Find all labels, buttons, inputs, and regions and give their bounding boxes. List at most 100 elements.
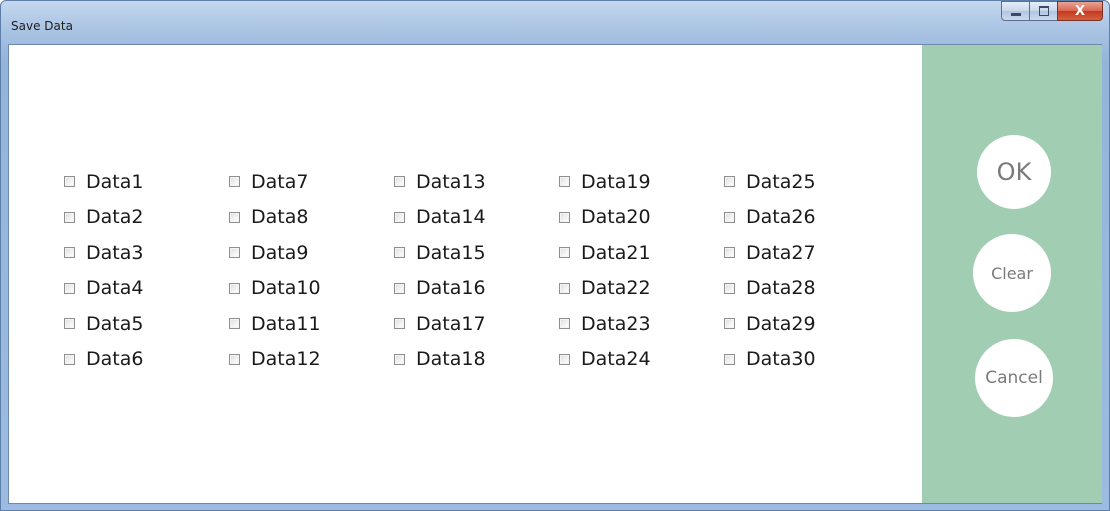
- checkbox-box[interactable]: [559, 211, 570, 223]
- checkbox-label[interactable]: Data18: [416, 348, 486, 370]
- checkbox-label[interactable]: Data20: [581, 206, 651, 228]
- checkbox-data19[interactable]: Data19: [559, 164, 651, 200]
- checkbox-box[interactable]: [64, 176, 75, 188]
- checkbox-label[interactable]: Data19: [581, 171, 651, 193]
- checkbox-label[interactable]: Data7: [251, 171, 308, 193]
- checkbox-label[interactable]: Data4: [86, 277, 143, 299]
- checkbox-data3[interactable]: Data3: [64, 235, 143, 271]
- checkbox-data29[interactable]: Data29: [724, 306, 816, 342]
- checkbox-box[interactable]: [229, 247, 240, 259]
- checkbox-box[interactable]: [724, 282, 735, 294]
- checkbox-data9[interactable]: Data9: [229, 235, 321, 271]
- checkbox-box[interactable]: [394, 282, 405, 294]
- checkbox-box[interactable]: [724, 247, 735, 259]
- checkbox-box[interactable]: [559, 247, 570, 259]
- checkbox-box[interactable]: [559, 353, 570, 365]
- checkbox-label[interactable]: Data11: [251, 313, 321, 335]
- checkbox-column-5: Data25 Data26 Data27 Data28 Data29 Data3…: [724, 164, 816, 377]
- checkbox-data28[interactable]: Data28: [724, 271, 816, 307]
- checkbox-data4[interactable]: Data4: [64, 271, 143, 307]
- checkbox-box[interactable]: [394, 353, 405, 365]
- checkbox-label[interactable]: Data28: [746, 277, 816, 299]
- checkbox-column-3: Data13 Data14 Data15 Data16 Data17 Data1…: [394, 164, 486, 377]
- cancel-button[interactable]: Cancel: [975, 339, 1053, 417]
- checkbox-box[interactable]: [64, 353, 75, 365]
- checkbox-data24[interactable]: Data24: [559, 342, 651, 378]
- checkbox-data22[interactable]: Data22: [559, 271, 651, 307]
- checkbox-data12[interactable]: Data12: [229, 342, 321, 378]
- checkbox-label[interactable]: Data22: [581, 277, 651, 299]
- checkbox-box[interactable]: [229, 176, 240, 188]
- checkbox-data16[interactable]: Data16: [394, 271, 486, 307]
- checkbox-data25[interactable]: Data25: [724, 164, 816, 200]
- checkbox-box[interactable]: [394, 247, 405, 259]
- checkbox-label[interactable]: Data8: [251, 206, 308, 228]
- checkbox-data20[interactable]: Data20: [559, 200, 651, 236]
- maximize-button[interactable]: [1029, 1, 1057, 21]
- checkbox-box[interactable]: [724, 211, 735, 223]
- checkbox-label[interactable]: Data29: [746, 313, 816, 335]
- checkbox-data2[interactable]: Data2: [64, 200, 143, 236]
- close-icon: X: [1074, 3, 1086, 19]
- checkbox-box[interactable]: [64, 282, 75, 294]
- checkbox-box[interactable]: [559, 176, 570, 188]
- checkbox-box[interactable]: [724, 353, 735, 365]
- checkbox-data5[interactable]: Data5: [64, 306, 143, 342]
- checkbox-label[interactable]: Data21: [581, 242, 651, 264]
- checkbox-box[interactable]: [724, 318, 735, 330]
- checkbox-label[interactable]: Data6: [86, 348, 143, 370]
- checkbox-label[interactable]: Data30: [746, 348, 816, 370]
- checkbox-label[interactable]: Data24: [581, 348, 651, 370]
- checkbox-data7[interactable]: Data7: [229, 164, 321, 200]
- checkbox-label[interactable]: Data10: [251, 277, 321, 299]
- checkbox-label[interactable]: Data25: [746, 171, 816, 193]
- checkbox-label[interactable]: Data5: [86, 313, 143, 335]
- checkbox-box[interactable]: [229, 282, 240, 294]
- checkbox-label[interactable]: Data9: [251, 242, 308, 264]
- checkbox-data30[interactable]: Data30: [724, 342, 816, 378]
- checkbox-data27[interactable]: Data27: [724, 235, 816, 271]
- checkbox-label[interactable]: Data12: [251, 348, 321, 370]
- checkbox-data14[interactable]: Data14: [394, 200, 486, 236]
- checkbox-data15[interactable]: Data15: [394, 235, 486, 271]
- checkbox-data6[interactable]: Data6: [64, 342, 143, 378]
- checkbox-data11[interactable]: Data11: [229, 306, 321, 342]
- checkbox-box[interactable]: [394, 211, 405, 223]
- close-button[interactable]: X: [1057, 1, 1103, 21]
- checkbox-data10[interactable]: Data10: [229, 271, 321, 307]
- checkbox-label[interactable]: Data23: [581, 313, 651, 335]
- checkbox-data1[interactable]: Data1: [64, 164, 143, 200]
- clear-button[interactable]: Clear: [973, 234, 1051, 312]
- checkbox-data8[interactable]: Data8: [229, 200, 321, 236]
- checkbox-data13[interactable]: Data13: [394, 164, 486, 200]
- checkbox-data21[interactable]: Data21: [559, 235, 651, 271]
- checkbox-data23[interactable]: Data23: [559, 306, 651, 342]
- checkbox-label[interactable]: Data26: [746, 206, 816, 228]
- checkbox-box[interactable]: [559, 282, 570, 294]
- checkbox-data18[interactable]: Data18: [394, 342, 486, 378]
- checkbox-label[interactable]: Data3: [86, 242, 143, 264]
- checkbox-data26[interactable]: Data26: [724, 200, 816, 236]
- checkbox-box[interactable]: [724, 176, 735, 188]
- checkbox-label[interactable]: Data1: [86, 171, 143, 193]
- checkbox-label[interactable]: Data14: [416, 206, 486, 228]
- checkbox-box[interactable]: [229, 353, 240, 365]
- checkbox-box[interactable]: [394, 318, 405, 330]
- checkbox-label[interactable]: Data27: [746, 242, 816, 264]
- checkbox-box[interactable]: [229, 318, 240, 330]
- checkbox-box[interactable]: [64, 318, 75, 330]
- checkbox-box[interactable]: [64, 247, 75, 259]
- checkbox-label[interactable]: Data13: [416, 171, 486, 193]
- checkbox-label[interactable]: Data2: [86, 206, 143, 228]
- checkbox-box[interactable]: [394, 176, 405, 188]
- minimize-button[interactable]: [1001, 1, 1029, 21]
- checkbox-label[interactable]: Data15: [416, 242, 486, 264]
- title-bar[interactable]: Save Data X: [1, 1, 1109, 45]
- checkbox-data17[interactable]: Data17: [394, 306, 486, 342]
- checkbox-box[interactable]: [229, 211, 240, 223]
- ok-button[interactable]: OK: [977, 135, 1051, 209]
- checkbox-box[interactable]: [64, 211, 75, 223]
- checkbox-box[interactable]: [559, 318, 570, 330]
- checkbox-label[interactable]: Data17: [416, 313, 486, 335]
- checkbox-label[interactable]: Data16: [416, 277, 486, 299]
